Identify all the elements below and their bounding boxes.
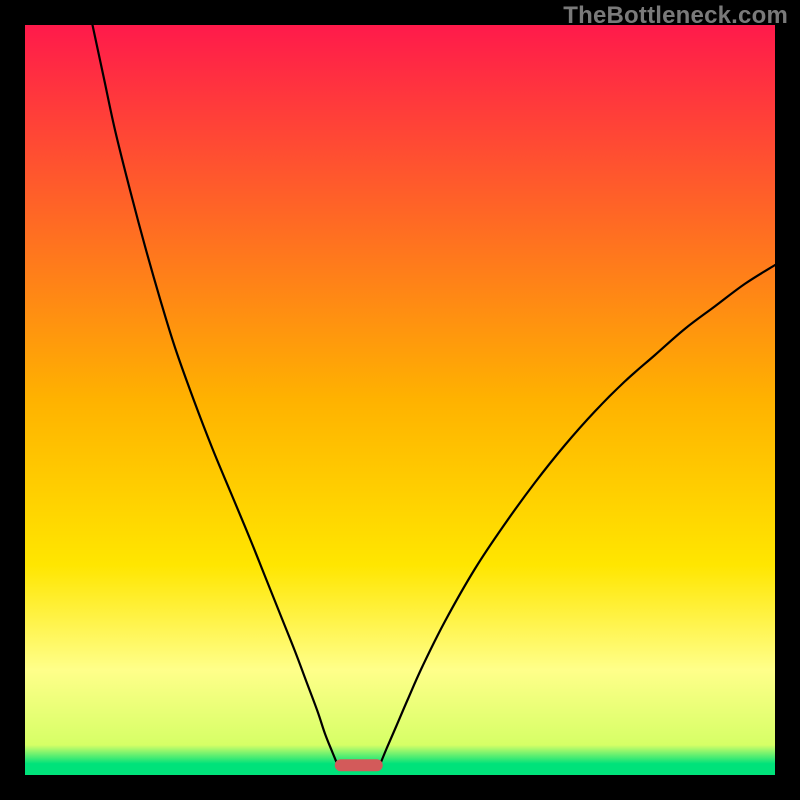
bottleneck-chart — [25, 25, 775, 775]
plot-area — [25, 25, 775, 775]
gradient-background — [25, 25, 775, 775]
optimal-range-marker — [335, 759, 383, 771]
marker-group — [335, 759, 383, 771]
chart-frame: TheBottleneck.com — [0, 0, 800, 800]
